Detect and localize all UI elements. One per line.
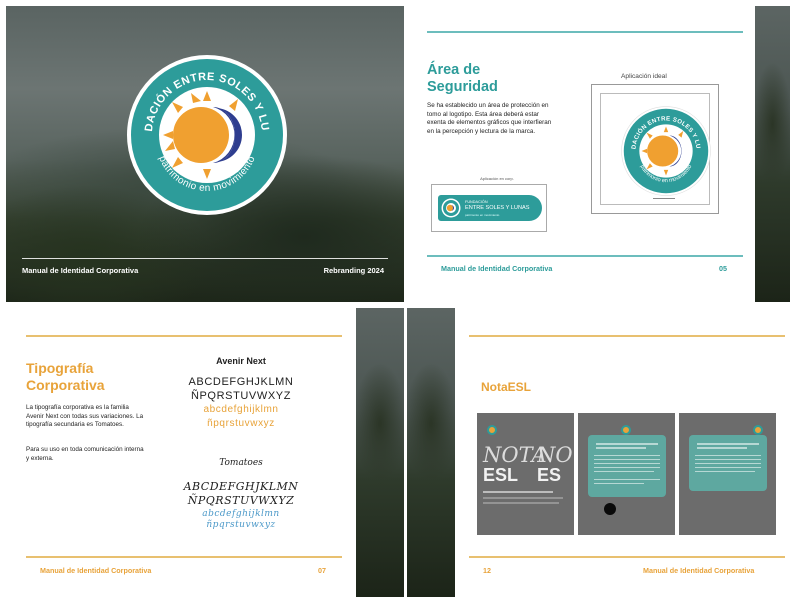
teal-text-block bbox=[689, 435, 767, 491]
badge-line-3: patrimonio en movimiento bbox=[465, 213, 500, 217]
script-lower-1: abcdefghijklmn bbox=[202, 509, 280, 519]
measure-line bbox=[653, 198, 675, 199]
footer-title: Manual de Identidad Corporativa bbox=[643, 566, 755, 575]
side-photo-strip bbox=[407, 308, 455, 597]
top-rule bbox=[427, 31, 743, 33]
script-lower-2: ñpqrstuvwxyz bbox=[206, 520, 276, 530]
notaesl-page: NotaESL NOTA ESL NO ES 12 Manual de Iden… bbox=[455, 308, 790, 597]
logo-dot-icon bbox=[621, 425, 631, 435]
horizontal-logo-frame: FUNDACIÓN ENTRE SOLES Y LUNAS patrimonio… bbox=[431, 184, 547, 232]
page-title: Tipografía Corporativa bbox=[26, 360, 105, 393]
script-upper-1: ABCDEFGHJKLMN bbox=[183, 480, 299, 493]
notaesl-cover-card: NOTA ESL NO ES bbox=[477, 413, 574, 535]
script-upper-2: ÑPQRSTUVWXYZ bbox=[187, 494, 295, 507]
typography-page: Tipografía Corporativa La tipografía cor… bbox=[6, 308, 356, 597]
page-body-secondary: Para su uso en toda comunicación interna… bbox=[26, 446, 144, 462]
side-photo-strip bbox=[755, 6, 790, 302]
small-application-label: Aplicación en corp. bbox=[480, 176, 514, 181]
mini-logo-icon bbox=[441, 198, 461, 218]
ideal-application-label: Aplicación ideal bbox=[621, 73, 667, 80]
cover-divider bbox=[22, 258, 388, 259]
top-rule bbox=[469, 335, 785, 337]
logo-dot-icon bbox=[487, 425, 497, 435]
script-font-name: Tomatoes bbox=[219, 458, 263, 468]
foundation-logo-ideal: FUNDACIÓN ENTRE SOLES Y LUNAS patrimonio… bbox=[621, 106, 711, 196]
side-photo-strip bbox=[356, 308, 404, 597]
primary-upper-2: ÑPQRSTUVWXYZ bbox=[190, 390, 292, 402]
footer-title: Manual de Identidad Corporativa bbox=[40, 566, 152, 575]
notaesl-inner-card bbox=[578, 413, 675, 535]
card-partial-big-2: ES bbox=[537, 465, 562, 485]
badge-line-2: ENTRE SOLES Y LUNAS bbox=[465, 205, 530, 211]
notaesl-back-card bbox=[679, 413, 776, 535]
footer-title: Manual de Identidad Corporativa bbox=[441, 264, 553, 273]
page-number: 07 bbox=[318, 566, 326, 575]
logo-dot-icon bbox=[753, 425, 763, 435]
page-number: 05 bbox=[719, 264, 727, 273]
badge-line-1: FUNDACIÓN bbox=[465, 200, 488, 204]
bottom-rule bbox=[26, 556, 342, 558]
horizontal-logo-badge: FUNDACIÓN ENTRE SOLES Y LUNAS patrimonio… bbox=[438, 195, 542, 221]
page-title: NotaESL bbox=[481, 380, 532, 394]
bottom-rule bbox=[469, 556, 785, 558]
page-body: La tipografía corporativa es la familia … bbox=[26, 404, 144, 429]
safety-area-inner-frame: FUNDACIÓN ENTRE SOLES Y LUNAS patrimonio… bbox=[600, 93, 711, 205]
cover-footer-year: Rebranding 2024 bbox=[323, 266, 384, 275]
card-partial-big-1: NO bbox=[537, 443, 573, 467]
top-rule bbox=[26, 335, 342, 337]
primary-lower-2: ñpqrstuvwxyz bbox=[207, 418, 275, 429]
primary-lower-1: abcdefghijklmn bbox=[203, 404, 279, 415]
page-title: Área de Seguridad bbox=[427, 62, 498, 95]
black-circle-icon bbox=[604, 503, 616, 515]
primary-upper-1: ABCDEFGHJKLMN bbox=[188, 376, 294, 388]
page-number: 12 bbox=[483, 566, 491, 575]
cover-footer-title: Manual de Identidad Corporativa bbox=[22, 266, 139, 275]
teal-text-block bbox=[588, 435, 666, 497]
bottom-rule bbox=[427, 255, 743, 257]
page-body: Se ha establecido un área de protección … bbox=[427, 102, 552, 135]
foundation-logo: FUNDACIÓN ENTRE SOLES Y LUNAS patrimonio… bbox=[126, 54, 287, 215]
primary-font-name: Avenir Next bbox=[216, 356, 266, 366]
safety-area-outer-frame: FUNDACIÓN ENTRE SOLES Y LUNAS patrimonio… bbox=[591, 84, 719, 214]
cover-page: FUNDACIÓN ENTRE SOLES Y LUNAS patrimonio… bbox=[6, 6, 404, 302]
card-partial-title: NO ES bbox=[537, 443, 574, 488]
safety-area-page: Área de Seguridad Se ha establecido un á… bbox=[407, 6, 755, 302]
card-big-text-2: ESL bbox=[483, 465, 519, 485]
